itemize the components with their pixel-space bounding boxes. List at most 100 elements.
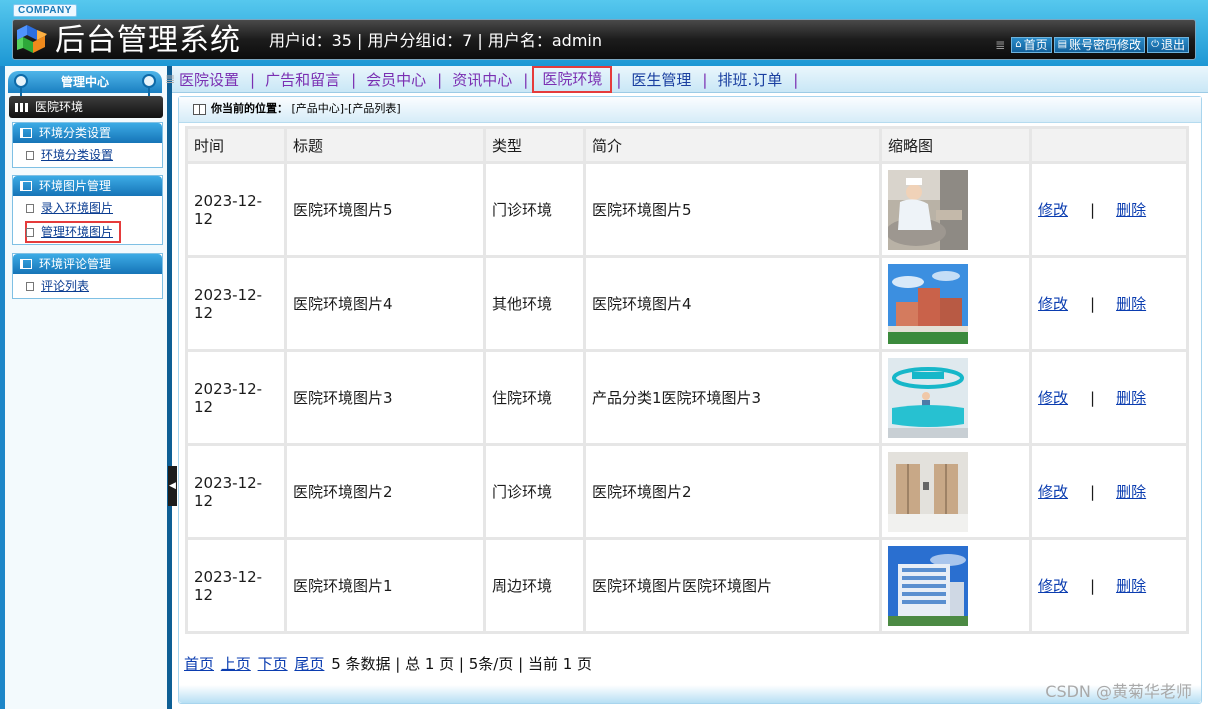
delete-link[interactable]: 删除 — [1116, 389, 1146, 407]
cell-intro: 医院环境图片2 — [586, 446, 879, 537]
menu-group-comments: 环境评论管理 评论列表 — [12, 253, 163, 299]
sidebar-item-category-settings[interactable]: 环境分类设置 — [13, 143, 162, 167]
table-row: 2023-12-12 医院环境图片1 周边环境 医院环境图片医院环境图片 修改 … — [188, 540, 1186, 631]
cell-intro: 产品分类1医院环境图片3 — [586, 352, 879, 443]
home-label: 首页 — [1023, 37, 1048, 52]
logout-button[interactable]: ⏻ 退出 — [1147, 36, 1189, 53]
menu-head-comments[interactable]: 环境评论管理 — [13, 254, 162, 274]
cell-intro: 医院环境图片5 — [586, 164, 879, 255]
title-bar: 后台管理系统 用户id：35 | 用户分组id：7 | 用户名：admin ≣ … — [12, 19, 1196, 60]
window-icon — [193, 104, 206, 115]
delete-link[interactable]: 删除 — [1116, 577, 1146, 595]
breadcrumb: 你当前的位置： [产品中心]-[产品列表] — [179, 97, 1201, 123]
cell-time: 2023-12-12 — [188, 352, 284, 443]
sidebar-top-label: 管理中心 — [60, 75, 109, 89]
cell-title: 医院环境图片4 — [287, 258, 483, 349]
top-banner: COMPANY 后台管理系统 用户id：35 | 用户分组id：7 | 用户名：… — [0, 0, 1208, 66]
cell-title: 医院环境图片2 — [287, 446, 483, 537]
sidebar-item-manage-images[interactable]: 管理环境图片 — [13, 220, 162, 244]
delete-link[interactable]: 删除 — [1116, 483, 1146, 501]
main-content: 你当前的位置： [产品中心]-[产品列表] 时间 标题 类型 简介 缩略图 20… — [178, 96, 1202, 704]
edit-link[interactable]: 修改 — [1038, 201, 1068, 219]
nav-item-environment[interactable]: 医院环境 — [532, 66, 613, 93]
edit-link[interactable]: 修改 — [1038, 389, 1068, 407]
power-icon: ⏻ — [1151, 38, 1159, 50]
nav-item-doctors[interactable]: 医生管理 — [629, 69, 693, 90]
edit-link[interactable]: 修改 — [1038, 295, 1068, 313]
nav-item-news[interactable]: 资讯中心 — [450, 69, 514, 90]
pin-icon — [142, 74, 156, 96]
nurse-photo-thumbnail[interactable] — [888, 169, 968, 250]
document-icon — [26, 228, 34, 237]
service-desk-photo-thumbnail[interactable] — [888, 357, 968, 438]
next-page-link[interactable]: 下页 — [258, 655, 288, 673]
edit-link[interactable]: 修改 — [1038, 483, 1068, 501]
company-logo: COMPANY — [13, 4, 77, 17]
document-icon: ▤ — [1057, 38, 1068, 50]
grip-icon: ≣ — [995, 37, 1006, 52]
column-header-time: 时间 — [188, 129, 284, 161]
cell-thumbnail — [882, 446, 1029, 537]
password-change-button[interactable]: ▤ 账号密码修改 — [1053, 36, 1146, 53]
menu-head-images[interactable]: 环境图片管理 — [13, 176, 162, 196]
user-info: 用户id：35 | 用户分组id：7 | 用户名：admin — [269, 31, 603, 50]
nav-item-members[interactable]: 会员中心 — [364, 69, 428, 90]
table-row: 2023-12-12 医院环境图片4 其他环境 医院环境图片4 修改 | 删除 — [188, 258, 1186, 349]
cell-actions: 修改 | 删除 — [1032, 164, 1186, 255]
sidebar-item-add-image[interactable]: 录入环境图片 — [13, 196, 162, 220]
menu-head-label: 环境评论管理 — [39, 257, 112, 271]
sidebar-item-label[interactable]: 评论列表 — [41, 279, 89, 293]
cell-type: 门诊环境 — [486, 164, 583, 255]
building-exterior-photo-thumbnail[interactable] — [888, 545, 968, 626]
sidebar-item-label[interactable]: 录入环境图片 — [41, 201, 113, 215]
table-row: 2023-12-12 医院环境图片3 住院环境 产品分类1医院环境图片3 修改 … — [188, 352, 1186, 443]
menu-head-category[interactable]: 环境分类设置 — [13, 123, 162, 143]
book-icon — [20, 259, 32, 269]
cell-time: 2023-12-12 — [188, 446, 284, 537]
edit-link[interactable]: 修改 — [1038, 577, 1068, 595]
top-nav: ≣ 医院设置 | 广告和留言 | 会员中心 | 资讯中心 | 医院环境 | 医生… — [165, 66, 1208, 93]
last-page-link[interactable]: 尾页 — [294, 655, 324, 673]
elevator-photo-thumbnail[interactable] — [888, 451, 968, 532]
prev-page-link[interactable]: 上页 — [221, 655, 251, 673]
sidebar-section-title[interactable]: 医院环境 — [9, 96, 163, 118]
cell-actions: 修改 | 删除 — [1032, 540, 1186, 631]
app-title: 后台管理系统 — [55, 23, 241, 58]
cell-intro: 医院环境图片4 — [586, 258, 879, 349]
home-button[interactable]: ⌂ 首页 — [1011, 36, 1052, 53]
grid-icon — [15, 103, 29, 112]
cell-time: 2023-12-12 — [188, 164, 284, 255]
watermark: CSDN @黄菊华老师 — [1045, 682, 1192, 701]
column-header-title: 标题 — [287, 129, 483, 161]
sidebar-item-comment-list[interactable]: 评论列表 — [13, 274, 162, 298]
cell-thumbnail — [882, 164, 1029, 255]
nav-item-schedule-orders[interactable]: 排班.订单 — [715, 69, 784, 90]
image-table: 时间 标题 类型 简介 缩略图 2023-12-12 医院环境图片5 门诊环境 … — [185, 126, 1189, 634]
selection-highlight — [25, 221, 121, 243]
delete-link[interactable]: 删除 — [1116, 295, 1146, 313]
sidebar-top: 管理中心 — [8, 71, 162, 96]
nav-items: 医院设置 | 广告和留言 | 会员中心 | 资讯中心 | 医院环境 | 医生管理… — [177, 66, 806, 93]
nav-item-ads-messages[interactable]: 广告和留言 — [263, 69, 342, 90]
menu-group-images: 环境图片管理 录入环境图片 管理环境图片 — [12, 175, 163, 245]
table-header-row: 时间 标题 类型 简介 缩略图 — [188, 129, 1186, 161]
cell-intro: 医院环境图片医院环境图片 — [586, 540, 879, 631]
logout-label: 退出 — [1160, 37, 1185, 52]
document-icon — [26, 282, 34, 291]
document-icon — [26, 204, 34, 213]
first-page-link[interactable]: 首页 — [184, 655, 214, 673]
column-header-type: 类型 — [486, 129, 583, 161]
home-icon: ⌂ — [1015, 38, 1022, 50]
delete-link[interactable]: 删除 — [1116, 201, 1146, 219]
cell-actions: 修改 | 删除 — [1032, 352, 1186, 443]
top-actions: ≣ ⌂ 首页 ▤ 账号密码修改 ⏻ 退出 — [995, 36, 1189, 53]
document-icon — [26, 151, 34, 160]
column-header-intro: 简介 — [586, 129, 879, 161]
cell-time: 2023-12-12 — [188, 258, 284, 349]
hospital-building-photo-thumbnail[interactable] — [888, 263, 968, 344]
cell-thumbnail — [882, 540, 1029, 631]
cell-type: 住院环境 — [486, 352, 583, 443]
nav-item-hospital-settings[interactable]: 医院设置 — [177, 69, 241, 90]
sidebar-item-label[interactable]: 环境分类设置 — [41, 148, 113, 162]
collapse-sidebar-toggle[interactable]: ◀ — [168, 466, 177, 506]
